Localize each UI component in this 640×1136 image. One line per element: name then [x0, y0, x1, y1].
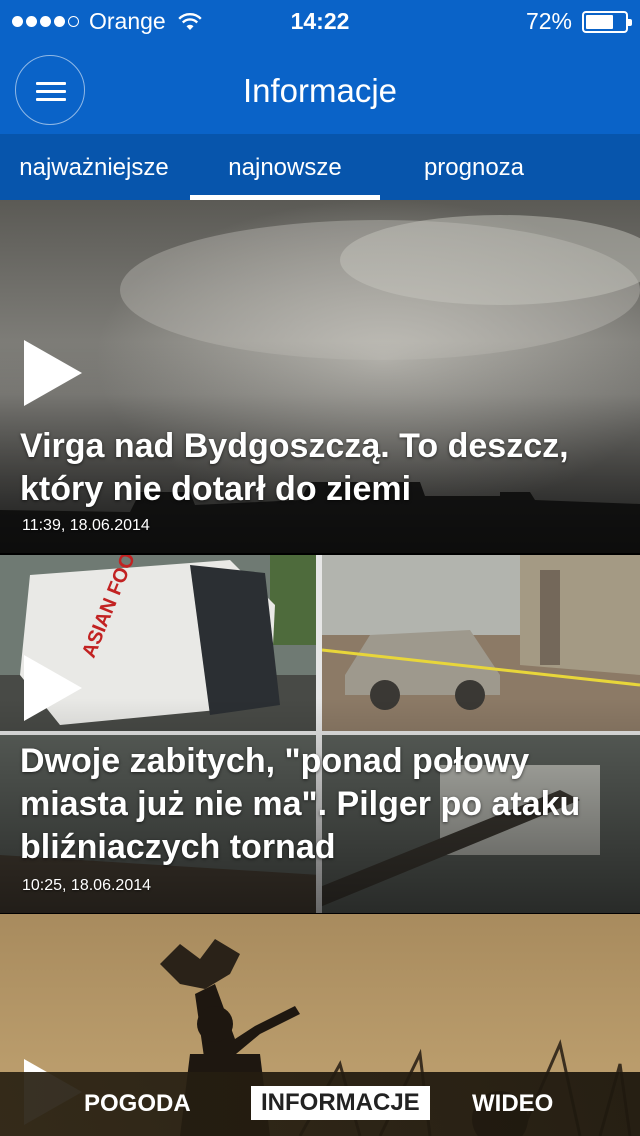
bottom-navigation: POGODA INFORMACJE WIDEO: [0, 1072, 640, 1136]
news-card[interactable]: ASIAN FOODS Dwoje zabitych, "ponad połow…: [0, 555, 640, 913]
news-timestamp: 11:39, 18.06.2014: [22, 517, 150, 534]
news-headline: Virga nad Bydgoszczą. To deszcz, który n…: [20, 427, 569, 508]
nav-wideo[interactable]: WIDEO: [472, 1072, 553, 1136]
nav-informacje[interactable]: INFORMACJE: [251, 1086, 430, 1120]
news-timestamp: 10:25, 18.06.2014: [22, 877, 152, 894]
status-right: 72%: [525, 8, 632, 35]
tab-najwazniejsze[interactable]: najważniejsze: [0, 134, 188, 200]
play-icon: [24, 340, 82, 406]
battery-icon: [582, 10, 632, 33]
nav-pogoda[interactable]: POGODA: [84, 1072, 191, 1136]
page-title: Informacje: [242, 72, 398, 109]
section-tabs: najważniejsze najnowsze prognoza: [0, 134, 640, 200]
battery-percent: 72%: [525, 8, 572, 34]
play-icon: [24, 655, 82, 721]
tab-prognoza[interactable]: prognoza: [380, 134, 568, 200]
news-card[interactable]: Virga nad Bydgoszczą. To deszcz, który n…: [0, 200, 640, 553]
status-bar: Orange 14:22 72%: [0, 0, 640, 42]
tab-najnowsze[interactable]: najnowsze: [190, 134, 380, 200]
app-header: Orange 14:22 72% Informacje: [0, 0, 640, 134]
news-headline: Dwoje zabitych, "ponad połowy miasta już…: [20, 742, 581, 866]
